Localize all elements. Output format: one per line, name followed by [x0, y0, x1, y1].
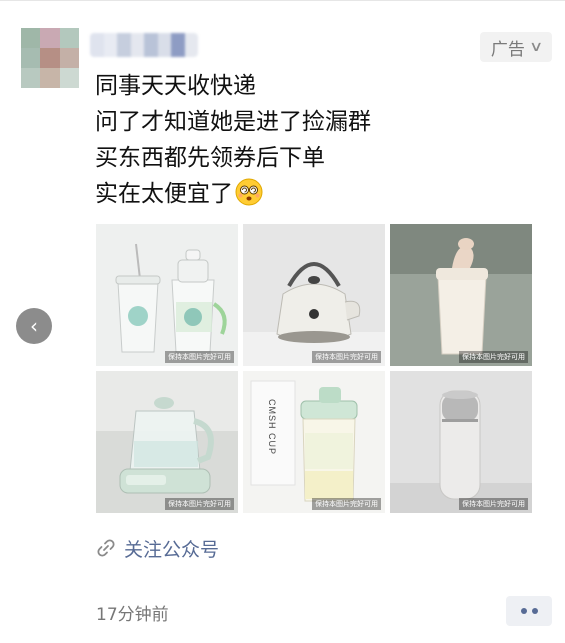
product-image-health-kettle[interactable]: 保持本图片完好可用: [96, 371, 238, 513]
dot-icon: [531, 608, 538, 614]
image-watermark: 保持本图片完好可用: [312, 351, 381, 363]
image-watermark: 保持本图片完好可用: [459, 498, 528, 510]
product-image-tumblers[interactable]: 保持本图片完好可用: [96, 224, 238, 366]
gray-thermos-bottle-icon: [390, 371, 532, 513]
top-divider: [0, 0, 565, 1]
post-line: 实在太便宜了: [95, 181, 233, 207]
avatar[interactable]: [21, 28, 79, 88]
image-watermark: 保持本图片完好可用: [165, 351, 234, 363]
post-timestamp: 17分钟前: [96, 605, 169, 625]
glass-health-kettle-icon: [96, 371, 238, 513]
cmsh-cup-bottle-icon: CMSH CUP: [243, 371, 385, 513]
follow-label: 关注公众号: [124, 538, 220, 561]
author-name[interactable]: [90, 33, 198, 57]
product-image-kettle[interactable]: 保持本图片完好可用: [243, 224, 385, 366]
product-image-cup[interactable]: 保持本图片完好可用: [390, 224, 532, 366]
image-watermark: 保持本图片完好可用: [312, 498, 381, 510]
ad-label: 广告: [490, 39, 525, 60]
white-retro-kettle-icon: [243, 224, 385, 366]
image-grid: 保持本图片完好可用 保持本图片完好可用 保持本图片完好可用 保持本图片完好可用 …: [96, 224, 532, 513]
dizzy-face-emoji-icon: [235, 178, 263, 206]
product-image-thermos[interactable]: 保持本图片完好可用: [390, 371, 532, 513]
previous-image-button[interactable]: ‹: [16, 308, 52, 344]
dot-icon: [520, 608, 527, 614]
post-line: 问了才知道她是进了捡漏群: [95, 109, 371, 135]
clear-tumblers-with-straws-icon: [96, 224, 238, 366]
more-actions-button[interactable]: [506, 596, 552, 626]
image-watermark: 保持本图片完好可用: [459, 351, 528, 363]
product-image-cmsh-cup[interactable]: CMSH CUP 保持本图片完好可用: [243, 371, 385, 513]
cream-insulated-cup-icon: [390, 224, 532, 366]
post-line: 同事天天收快递: [95, 73, 256, 99]
post-text: 同事天天收快递 问了才知道她是进了捡漏群 买东西都先领券后下单 实在太便宜了: [95, 68, 371, 212]
image-watermark: 保持本图片完好可用: [165, 498, 234, 510]
ad-badge[interactable]: 广告 ∨: [480, 32, 552, 62]
follow-official-account-link[interactable]: 关注公众号: [96, 535, 219, 561]
post-line: 买东西都先领券后下单: [95, 145, 325, 171]
chevron-left-icon: ‹: [30, 314, 38, 338]
cmsh-cup-text: CMSH CUP: [267, 399, 277, 455]
link-icon: [97, 539, 115, 557]
chevron-down-icon: ∨: [528, 39, 544, 55]
